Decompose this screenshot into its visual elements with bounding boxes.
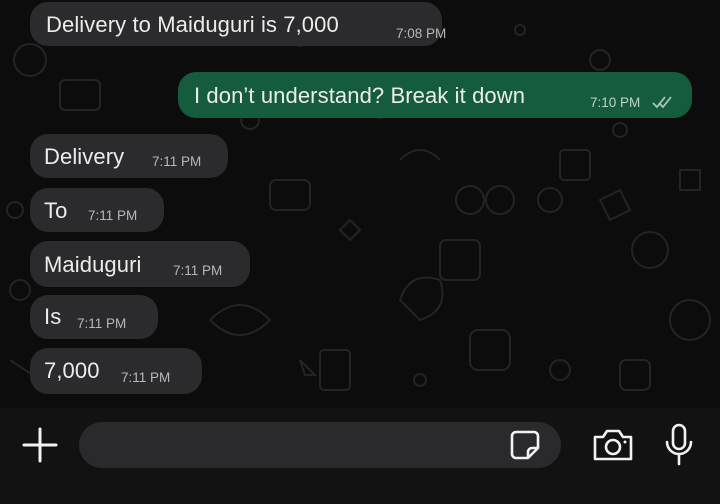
message-text: Maiduguri: [44, 252, 142, 277]
message-time: 7:10 PM: [590, 95, 641, 110]
read-receipt-double-check-icon: [652, 96, 672, 109]
message-time: 7:11 PM: [88, 208, 138, 223]
message-time: 7:11 PM: [152, 154, 202, 169]
message-text: Is: [44, 304, 62, 329]
message-time: 7:11 PM: [77, 316, 127, 331]
message-bubble-incoming[interactable]: Is 7:11 PM: [30, 295, 158, 339]
message-input[interactable]: [79, 422, 561, 468]
message-time: 7:08 PM: [396, 26, 447, 41]
microphone-icon[interactable]: [662, 422, 696, 468]
message-bubble-incoming[interactable]: Delivery to Maiduguri is 7,000 7:08 PM: [30, 2, 446, 46]
camera-icon[interactable]: [591, 425, 635, 465]
message-time: 7:11 PM: [173, 263, 223, 278]
message-text: To: [44, 198, 68, 223]
message-text: 7,000: [44, 358, 100, 383]
message-text: Delivery: [44, 144, 125, 169]
message-bubble-incoming[interactable]: Delivery 7:11 PM: [30, 134, 228, 178]
sticker-icon[interactable]: [508, 428, 542, 462]
plus-icon[interactable]: [20, 425, 60, 465]
message-text: Delivery to Maiduguri is 7,000: [46, 12, 339, 37]
message-text: I don’t understand? Break it down: [194, 83, 526, 108]
chat-area[interactable]: Delivery to Maiduguri is 7,000 7:08 PM I…: [0, 0, 720, 408]
message-bubble-incoming[interactable]: To 7:11 PM: [30, 188, 164, 232]
message-time: 7:11 PM: [121, 370, 171, 385]
message-bubble-outgoing[interactable]: I don’t understand? Break it down 7:10 P…: [178, 72, 692, 118]
message-bubble-incoming[interactable]: Maiduguri 7:11 PM: [30, 241, 250, 287]
message-bubble-incoming[interactable]: 7,000 7:11 PM: [30, 348, 202, 394]
